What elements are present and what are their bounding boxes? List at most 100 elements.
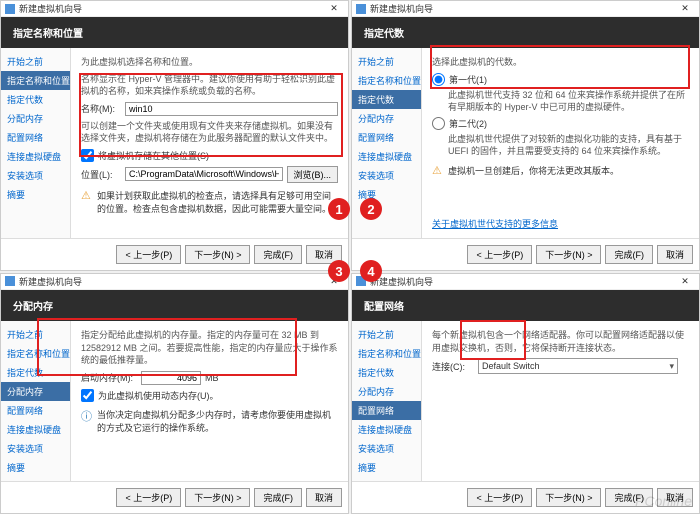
titlebar: 新建虚拟机向导 ✕ [352, 274, 699, 290]
content-area: 指定分配给此虚拟机的内存量。指定的内存量可在 32 MB 到 12582912 … [71, 321, 348, 481]
next-button[interactable]: 下一步(N) > [536, 245, 601, 264]
intro-text: 指定分配给此虚拟机的内存量。指定的内存量可在 32 MB 到 12582912 … [81, 329, 338, 367]
info-text: 当你决定向虚拟机分配多少内存时，请考虑你要使用虚拟机的方式及它运行的操作系统。 [97, 408, 338, 434]
sidebar-item[interactable]: 指定代数 [1, 363, 70, 382]
sidebar-item[interactable]: 安装选项 [1, 439, 70, 458]
prev-button[interactable]: < 上一步(P) [116, 488, 181, 507]
step-badge-3: 3 [328, 260, 350, 282]
sidebar-item[interactable]: 指定名称和位置 [1, 344, 70, 363]
sidebar-item[interactable]: 配置网络 [352, 401, 421, 420]
app-icon [356, 4, 366, 14]
cancel-button[interactable]: 取消 [306, 488, 342, 507]
sidebar-item[interactable]: 配置网络 [352, 128, 421, 147]
store-other-label: 将虚拟机存储在其他位置(S) [98, 149, 209, 162]
content-area: 每个新虚拟机包含一个网络适配器。你可以配置网络适配器以使用虚拟交换机，否则，它将… [422, 321, 699, 481]
footer-buttons: < 上一步(P) 下一步(N) > 完成(F) 取消 [1, 238, 348, 270]
location-label: 位置(L): [81, 168, 121, 181]
sidebar-item[interactable]: 摘要 [1, 185, 70, 204]
sidebar-item[interactable]: 指定名称和位置 [352, 71, 421, 90]
window-title: 新建虚拟机向导 [19, 2, 324, 15]
location-desc: 可以创建一个文件夹或使用现有文件夹来存储虚拟机。如果没有选择文件夹，虚拟机将存储… [81, 120, 338, 145]
gen2-radio[interactable] [432, 117, 445, 130]
footer-buttons: < 上一步(P) 下一步(N) > 完成(F) 取消 [1, 481, 348, 513]
step-badge-1: 1 [328, 198, 350, 220]
sidebar-item[interactable]: 摘要 [352, 458, 421, 477]
warning-icon [432, 164, 444, 176]
next-button[interactable]: 下一步(N) > [185, 488, 250, 507]
sidebar-item[interactable]: 连接虚拟硬盘 [1, 420, 70, 439]
sidebar-item[interactable]: 分配内存 [352, 109, 421, 128]
sidebar-item[interactable]: 开始之前 [1, 52, 70, 71]
titlebar: 新建虚拟机向导 ✕ [1, 1, 348, 17]
app-icon [5, 276, 15, 286]
sidebar-item[interactable]: 安装选项 [352, 166, 421, 185]
warning-text: 如果计划获取此虚拟机的检查点，请选择具有足够可用空间的位置。检查点包含虚拟机数据… [97, 189, 338, 215]
page-title: 分配内存 [1, 290, 348, 321]
name-input[interactable] [125, 102, 338, 116]
sidebar-item[interactable]: 开始之前 [352, 52, 421, 71]
footer-buttons: < 上一步(P) 下一步(N) > 完成(F) 取消 [352, 238, 699, 270]
warning-text: 虚拟机一旦创建后，你将无法更改其版本。 [448, 164, 619, 177]
sidebar-item[interactable]: 分配内存 [352, 382, 421, 401]
memory-label: 启动内存(M): [81, 371, 137, 384]
next-button[interactable]: 下一步(N) > [536, 488, 601, 507]
memory-input[interactable] [141, 371, 201, 385]
prev-button[interactable]: < 上一步(P) [116, 245, 181, 264]
gen1-label: 第一代(1) [449, 73, 487, 86]
desc-text: 名称显示在 Hyper-V 管理器中。建议你使用有助于轻松识别此虚拟机的名称，如… [81, 73, 338, 98]
wizard-sidebar: 开始之前 指定名称和位置 指定代数 分配内存 配置网络 连接虚拟硬盘 安装选项 … [1, 321, 71, 481]
wizard-step-generation: 新建虚拟机向导 ✕ 指定代数 开始之前 指定名称和位置 指定代数 分配内存 配置… [351, 0, 700, 271]
browse-button[interactable]: 浏览(B)... [287, 166, 339, 183]
sidebar-item[interactable]: 配置网络 [1, 128, 70, 147]
sidebar-item[interactable]: 指定名称和位置 [352, 344, 421, 363]
wizard-step-name-location: 新建虚拟机向导 ✕ 指定名称和位置 开始之前 指定名称和位置 指定代数 分配内存… [0, 0, 349, 271]
content-area: 选择此虚拟机的代数。 第一代(1) 此虚拟机世代支持 32 位和 64 位来宾操… [422, 48, 699, 238]
step-badge-4: 4 [360, 260, 382, 282]
gen2-desc: 此虚拟机世代提供了对较新的虚拟化功能的支持，具有基于 UEFI 的固件，并且需要… [448, 133, 689, 158]
sidebar-item[interactable]: 开始之前 [352, 325, 421, 344]
connection-select[interactable]: Default Switch [478, 358, 678, 374]
sidebar-item[interactable]: 指定名称和位置 [1, 71, 70, 90]
finish-button[interactable]: 完成(F) [605, 245, 653, 264]
gen1-desc: 此虚拟机世代支持 32 位和 64 位来宾操作系统并提供了在所有早期版本的 Hy… [448, 89, 689, 114]
prev-button[interactable]: < 上一步(P) [467, 488, 532, 507]
gen1-radio[interactable] [432, 73, 445, 86]
finish-button[interactable]: 完成(F) [254, 488, 302, 507]
sidebar-item[interactable]: 分配内存 [1, 382, 70, 401]
titlebar: 新建虚拟机向导 ✕ [1, 274, 348, 290]
dynamic-memory-checkbox[interactable] [81, 389, 94, 402]
sidebar-item[interactable]: 开始之前 [1, 325, 70, 344]
sidebar-item[interactable]: 摘要 [1, 458, 70, 477]
close-icon[interactable]: ✕ [675, 3, 695, 14]
more-info-link[interactable]: 关于虚拟机世代支持的更多信息 [432, 217, 689, 230]
prev-button[interactable]: < 上一步(P) [467, 245, 532, 264]
app-icon [5, 4, 15, 14]
sidebar-item[interactable]: 连接虚拟硬盘 [1, 147, 70, 166]
cancel-button[interactable]: 取消 [657, 245, 693, 264]
intro-text: 每个新虚拟机包含一个网络适配器。你可以配置网络适配器以使用虚拟交换机，否则，它将… [432, 329, 689, 354]
sidebar-item[interactable]: 指定代数 [352, 90, 421, 109]
sidebar-item[interactable]: 指定代数 [1, 90, 70, 109]
sidebar-item[interactable]: 配置网络 [1, 401, 70, 420]
dynamic-memory-label: 为此虚拟机使用动态内存(U)。 [98, 389, 219, 402]
sidebar-item[interactable]: 连接虚拟硬盘 [352, 147, 421, 166]
sidebar-item[interactable]: 分配内存 [1, 109, 70, 128]
window-title: 新建虚拟机向导 [370, 2, 675, 15]
gen2-label: 第二代(2) [449, 117, 487, 130]
sidebar-item[interactable]: 指定代数 [352, 363, 421, 382]
sidebar-item[interactable]: 连接虚拟硬盘 [352, 420, 421, 439]
wizard-sidebar: 开始之前 指定名称和位置 指定代数 分配内存 配置网络 连接虚拟硬盘 安装选项 … [352, 321, 422, 481]
warning-icon [81, 189, 93, 201]
sidebar-item[interactable]: 安装选项 [352, 439, 421, 458]
location-input[interactable] [125, 167, 283, 181]
sidebar-item[interactable]: 安装选项 [1, 166, 70, 185]
store-other-checkbox[interactable] [81, 149, 94, 162]
intro-text: 为此虚拟机选择名称和位置。 [81, 56, 338, 69]
close-icon[interactable]: ✕ [324, 3, 344, 14]
intro-text: 选择此虚拟机的代数。 [432, 56, 689, 69]
page-title: 配置网络 [352, 290, 699, 321]
content-area: 为此虚拟机选择名称和位置。 名称显示在 Hyper-V 管理器中。建议你使用有助… [71, 48, 348, 238]
close-icon[interactable]: ✕ [675, 276, 695, 287]
next-button[interactable]: 下一步(N) > [185, 245, 250, 264]
finish-button[interactable]: 完成(F) [254, 245, 302, 264]
